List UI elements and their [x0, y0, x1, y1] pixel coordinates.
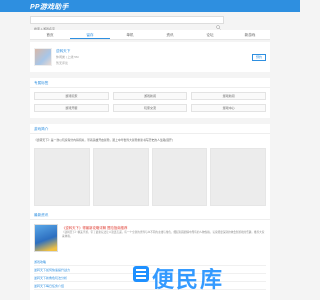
app-logo[interactable]: PP游戏助手 — [30, 2, 69, 12]
news-list-item[interactable]: 逆转天下每日任务介绍 — [34, 282, 266, 290]
game-status: 暂无评论 — [56, 61, 69, 65]
reserve-button[interactable]: 预约 — [252, 54, 266, 61]
tag-item[interactable]: 玩家交流 — [112, 104, 188, 112]
screenshot-thumb[interactable] — [92, 148, 149, 206]
tab-reserve[interactable]: 留存 — [70, 30, 110, 39]
screenshot-strip — [34, 148, 266, 206]
game-avatar[interactable] — [34, 48, 52, 66]
screenshot-thumb[interactable] — [210, 148, 266, 206]
news-feature-summary: 《逆转天下》精美手游，带了最新玩法让人流连忘返，有一个全新的世界与众不同的主线与… — [62, 231, 265, 238]
watermark-logo-icon — [133, 266, 149, 282]
main-nav: 首页 留存 单机 资讯 论坛 新游戏 — [30, 30, 270, 40]
tab-single[interactable]: 单机 — [110, 30, 150, 39]
tag-item[interactable]: 游戏新闻 — [191, 92, 266, 100]
game-profile-card: 逆转天下 休闲类 | 上线 5M 暂无评论 预约 — [30, 42, 270, 72]
game-meta: 休闲类 | 上线 5M — [56, 55, 79, 59]
tab-news[interactable]: 资讯 — [150, 30, 190, 39]
tab-new-games[interactable]: 新游戏 — [230, 30, 270, 39]
search-icon — [216, 24, 221, 30]
tags-card: 专属标签 游戏玩家 游戏新闻 游戏新闻 游戏开服 玩家交流 游戏中心 — [30, 78, 270, 118]
tab-home[interactable]: 首页 — [30, 30, 70, 39]
news-list-item[interactable]: 逆转天下新角色玩法分析 — [34, 274, 266, 282]
tag-item[interactable]: 游戏中心 — [191, 104, 266, 112]
tag-item[interactable]: 游戏玩家 — [34, 92, 109, 100]
tag-grid: 游戏玩家 游戏新闻 游戏新闻 游戏开服 玩家交流 游戏中心 — [34, 92, 266, 112]
screenshot-thumb[interactable] — [34, 148, 90, 206]
search-button[interactable] — [214, 17, 223, 30]
news-feature[interactable]: 《逆转天下》得最新攻略详解 冒险指南推荐 《逆转天下》精美手游，带了最新玩法让人… — [34, 224, 266, 254]
tag-item[interactable]: 游戏新闻 — [112, 92, 188, 100]
intro-card: 游戏简介 《逆转天下》是一款以玩家得分内得闯关，带着英雄开启冒险，踏上中华世界大… — [30, 124, 270, 214]
game-name: 逆转天下 — [56, 49, 71, 53]
screenshot-thumb[interactable] — [151, 148, 208, 206]
search-box[interactable] — [30, 16, 224, 32]
news-feature-title[interactable]: 《逆转天下》得最新攻略详解 冒险指南推荐 — [62, 225, 127, 230]
intro-text: 《逆转天下》是一款以玩家得分内得闯关，带着英雄开启冒险，踏上中华世界大冒险重新书… — [34, 138, 173, 142]
top-bar: PP游戏助手 — [0, 0, 300, 12]
news-card: 最新资讯 《逆转天下》得最新攻略详解 冒险指南推荐 《逆转天下》精美手游，带了最… — [30, 210, 270, 300]
tag-item[interactable]: 游戏开服 — [34, 104, 109, 112]
news-thumbnail[interactable] — [34, 224, 58, 252]
tags-title: 专属标签 — [30, 78, 270, 88]
news-title: 最新资讯 — [30, 210, 270, 220]
intro-title: 游戏简介 — [30, 124, 270, 134]
news-list-item[interactable]: 游戏攻略 — [34, 258, 266, 266]
news-list-item[interactable]: 逆转天下如何快速提升战力 — [34, 266, 266, 274]
watermark-text: 便民库 — [152, 268, 225, 293]
tab-forum[interactable]: 论坛 — [190, 30, 230, 39]
news-list: 游戏攻略 逆转天下如何快速提升战力 逆转天下新角色玩法分析 逆转天下每日任务介绍 — [34, 258, 266, 290]
